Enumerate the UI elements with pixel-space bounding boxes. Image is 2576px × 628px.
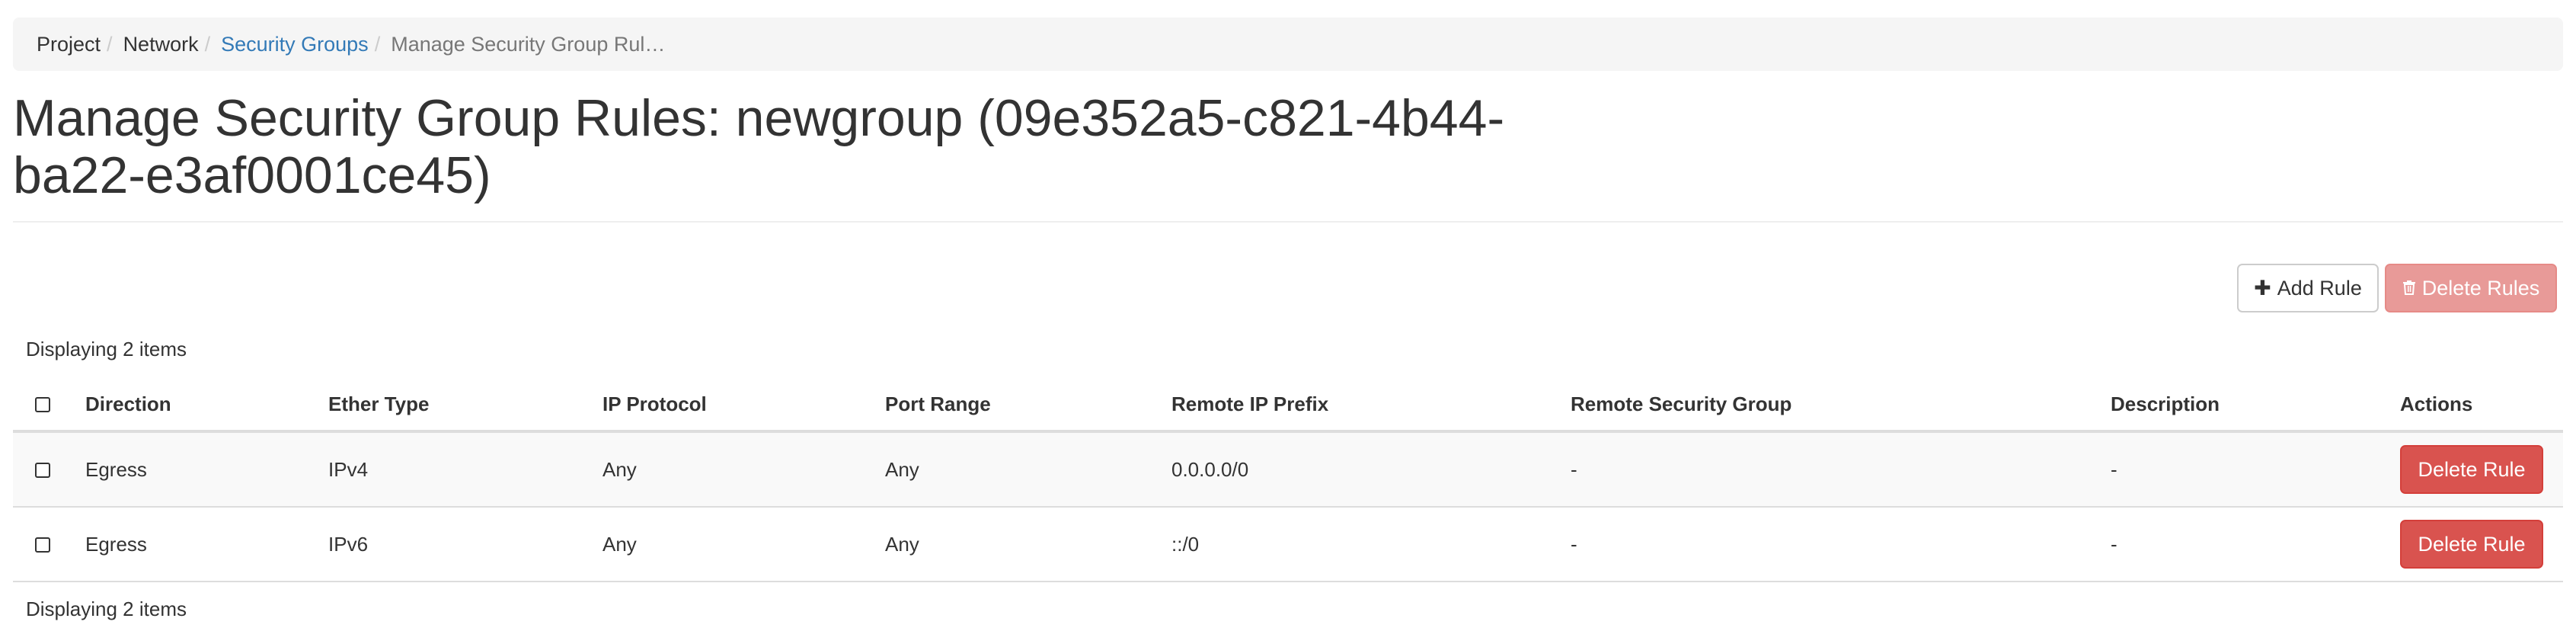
cell-remote-ip-prefix: 0.0.0.0/0 xyxy=(1171,457,1249,481)
breadcrumb-security-groups-link[interactable]: Security Groups xyxy=(221,33,369,56)
column-header-actions: Actions xyxy=(2400,392,2473,415)
delete-rules-button[interactable]: Delete Rules xyxy=(2385,264,2557,312)
add-rule-button[interactable]: ✚ Add Rule xyxy=(2237,264,2379,312)
column-header-remote-ip-prefix[interactable]: Remote IP Prefix xyxy=(1171,378,1328,430)
table-header-row: Direction Ether Type IP Protocol Port Ra… xyxy=(13,378,2563,433)
column-header-port-range[interactable]: Port Range xyxy=(885,378,991,430)
cell-remote-security-group: - xyxy=(1571,532,1577,556)
cell-port-range: Any xyxy=(885,457,919,481)
item-count-bottom: Displaying 2 items xyxy=(26,598,187,620)
plus-icon: ✚ xyxy=(2254,276,2271,300)
table-row: Egress IPv4 Any Any 0.0.0.0/0 - - Delete… xyxy=(13,433,2563,508)
item-count-top: Displaying 2 items xyxy=(26,338,187,360)
column-header-ether-type[interactable]: Ether Type xyxy=(328,378,429,430)
row-checkbox[interactable] xyxy=(35,463,50,478)
breadcrumb: Project / Network / Security Groups / Ma… xyxy=(13,18,2563,71)
delete-rules-label: Delete Rules xyxy=(2421,276,2540,300)
cell-direction: Egress xyxy=(85,457,147,481)
cell-ip-protocol: Any xyxy=(602,532,637,556)
page: Project / Network / Security Groups / Ma… xyxy=(0,0,2576,628)
cell-port-range: Any xyxy=(885,532,919,556)
cell-ether-type: IPv4 xyxy=(328,457,369,481)
page-title: Manage Security Group Rules: newgroup (0… xyxy=(13,89,1505,204)
delete-rule-button[interactable]: Delete Rule xyxy=(2400,520,2543,569)
breadcrumb-network[interactable]: Network xyxy=(123,33,199,56)
add-rule-label: Add Rule xyxy=(2277,276,2362,300)
breadcrumb-separator: / xyxy=(107,32,113,56)
cell-actions: Delete Rule xyxy=(2400,508,2543,581)
cell-ip-protocol: Any xyxy=(602,457,637,481)
column-header-description[interactable]: Description xyxy=(2111,378,2220,430)
cell-remote-ip-prefix: ::/0 xyxy=(1171,532,1200,556)
breadcrumb-current-page: Manage Security Group Rul… xyxy=(391,32,666,56)
trash-icon xyxy=(2402,277,2416,300)
cell-description: - xyxy=(2111,457,2117,481)
breadcrumb-separator: / xyxy=(374,32,381,56)
row-checkbox[interactable] xyxy=(35,537,50,553)
breadcrumb-project[interactable]: Project xyxy=(37,33,101,56)
cell-description: - xyxy=(2111,532,2117,556)
delete-rule-button[interactable]: Delete Rule xyxy=(2400,445,2543,494)
table-row: Egress IPv6 Any Any ::/0 - - Delete Rule xyxy=(13,508,2563,582)
rules-table: Direction Ether Type IP Protocol Port Ra… xyxy=(13,378,2563,582)
column-header-remote-security-group[interactable]: Remote Security Group xyxy=(1571,378,1791,430)
select-all-checkbox[interactable] xyxy=(35,397,50,412)
cell-actions: Delete Rule xyxy=(2400,433,2543,506)
header-divider xyxy=(13,221,2563,223)
column-header-direction[interactable]: Direction xyxy=(85,378,171,430)
column-header-ip-protocol[interactable]: IP Protocol xyxy=(602,378,707,430)
cell-remote-security-group: - xyxy=(1571,457,1577,481)
breadcrumb-separator: / xyxy=(204,32,211,56)
cell-direction: Egress xyxy=(85,532,147,556)
cell-ether-type: IPv6 xyxy=(328,532,369,556)
